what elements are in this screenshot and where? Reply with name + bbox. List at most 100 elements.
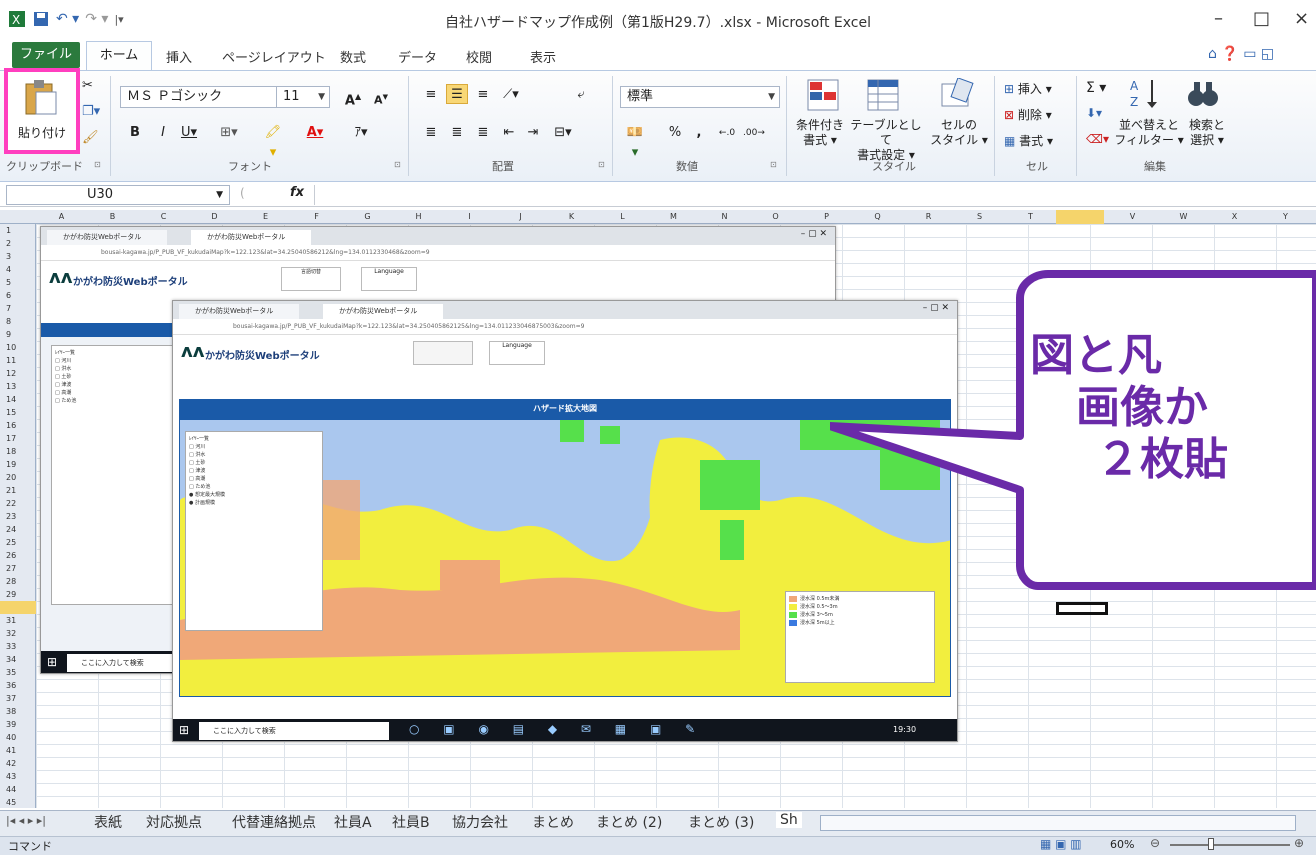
underline-button[interactable]: U▾ — [178, 122, 200, 142]
paste-button[interactable]: 貼り付け — [4, 68, 80, 154]
sheet-tab[interactable]: まとめ — [532, 812, 574, 832]
name-box[interactable]: U30 ▼ — [6, 185, 230, 205]
column-header[interactable]: M — [648, 210, 699, 224]
row-header[interactable]: 13 — [0, 380, 36, 393]
tab-review[interactable]: 校閲 — [466, 47, 492, 66]
row-header[interactable]: 3 — [0, 250, 36, 263]
row-header[interactable]: 27 — [0, 562, 36, 575]
row-header[interactable]: 31 — [0, 614, 36, 627]
increase-decimal-icon[interactable]: ←.0 — [716, 122, 738, 142]
row-header[interactable]: 37 — [0, 692, 36, 705]
wrap-text-icon[interactable]: ⤶ — [570, 84, 592, 104]
fill-icon[interactable]: ⬇▾ — [1086, 106, 1102, 120]
column-header[interactable]: B — [87, 210, 138, 224]
autosum-button[interactable]: Σ ▾ — [1086, 80, 1106, 96]
zoom-in-icon[interactable]: ⊕ — [1294, 836, 1304, 850]
row-header[interactable]: 25 — [0, 536, 36, 549]
view-buttons-icon[interactable]: ▦ ▣ ▥ — [1040, 837, 1082, 851]
column-header[interactable]: V — [1107, 210, 1158, 224]
column-header[interactable]: T — [1005, 210, 1056, 224]
sheet-tab-active[interactable]: Sh — [776, 812, 802, 828]
font-launcher-icon[interactable]: ⊡ — [394, 160, 401, 169]
find-select-button[interactable]: 検索と 選択 ▾ — [1182, 118, 1232, 148]
tab-file[interactable]: ファイル — [12, 42, 80, 68]
row-header[interactable]: 38 — [0, 705, 36, 718]
align-top-icon[interactable]: ≡ — [420, 84, 442, 104]
align-center-icon[interactable]: ≣ — [446, 122, 468, 142]
shrink-font-icon[interactable]: A▼ — [370, 86, 392, 107]
row-header[interactable]: 45 — [0, 796, 36, 809]
sheet-tab[interactable]: 代替連絡拠点 — [232, 812, 316, 832]
sheet-tab[interactable]: 社員A — [334, 812, 372, 832]
decrease-indent-icon[interactable]: ⇤ — [498, 122, 520, 142]
orientation-icon[interactable]: ⟋▾ — [500, 84, 522, 104]
tab-data[interactable]: データ — [398, 47, 437, 66]
currency-icon[interactable]: 💴▾ — [624, 122, 646, 160]
row-header[interactable]: 29 — [0, 588, 36, 601]
help-icon[interactable]: ⌂ ❓ ▭ ◱ — [1208, 46, 1274, 62]
row-header[interactable]: 35 — [0, 666, 36, 679]
row-header[interactable]: 22 — [0, 497, 36, 510]
increase-indent-icon[interactable]: ⇥ — [522, 122, 544, 142]
format-painter-icon[interactable]: 🖌 — [82, 130, 99, 145]
row-header[interactable]: 36 — [0, 679, 36, 692]
column-header[interactable]: I — [444, 210, 495, 224]
column-header[interactable]: Q — [852, 210, 903, 224]
row-header[interactable]: 15 — [0, 406, 36, 419]
alignment-launcher-icon[interactable]: ⊡ — [598, 160, 605, 169]
row-header[interactable]: 40 — [0, 731, 36, 744]
tab-home[interactable]: ホーム — [86, 41, 152, 71]
row-header[interactable]: 26 — [0, 549, 36, 562]
maximize-button[interactable]: □ — [1253, 8, 1270, 29]
row-header[interactable]: 10 — [0, 341, 36, 354]
formula-cancel-icon[interactable]: ( — [240, 186, 245, 200]
column-header[interactable]: G — [342, 210, 393, 224]
sheet-tab[interactable]: 対応拠点 — [146, 812, 202, 832]
zoom-slider[interactable] — [1170, 844, 1290, 846]
insert-cells-button[interactable]: ⊞ 挿入 ▾ — [1004, 80, 1052, 97]
column-header[interactable]: X — [1209, 210, 1260, 224]
tab-page-layout[interactable]: ページレイアウト — [222, 47, 326, 66]
sheet-tab[interactable]: まとめ (3) — [688, 812, 754, 832]
row-header[interactable]: 8 — [0, 315, 36, 328]
tab-view[interactable]: 表示 — [530, 47, 556, 66]
row-header[interactable]: 14 — [0, 393, 36, 406]
minimize-button[interactable]: – — [1214, 8, 1223, 29]
row-header[interactable]: 28 — [0, 575, 36, 588]
number-format-combo[interactable]: 標準 ▼ — [620, 86, 780, 108]
cell-styles-button[interactable]: セルの スタイル ▾ — [928, 118, 990, 148]
row-header[interactable]: 42 — [0, 757, 36, 770]
close-button[interactable]: × — [1294, 8, 1309, 29]
sheet-tab[interactable]: 社員B — [392, 812, 430, 832]
sheet-tab[interactable]: まとめ (2) — [596, 812, 662, 832]
font-size-combo[interactable]: 11 ▼ — [276, 86, 330, 108]
italic-button[interactable]: I — [152, 122, 174, 142]
row-header[interactable]: 20 — [0, 471, 36, 484]
row-header[interactable]: 9 — [0, 328, 36, 341]
row-header[interactable]: 43 — [0, 770, 36, 783]
horizontal-scrollbar[interactable] — [820, 815, 1296, 831]
insert-function-button[interactable]: fx — [290, 185, 304, 200]
grow-font-icon[interactable]: A▲ — [342, 86, 364, 108]
column-header[interactable]: E — [240, 210, 291, 224]
row-header[interactable]: 44 — [0, 783, 36, 796]
column-header[interactable]: R — [903, 210, 954, 224]
tab-formulas[interactable]: 数式 — [340, 47, 366, 66]
zoom-out-icon[interactable]: ⊖ — [1150, 836, 1160, 850]
row-header[interactable]: 19 — [0, 458, 36, 471]
align-middle-icon[interactable]: ☰ — [446, 84, 468, 104]
sort-filter-button[interactable]: 並べ替えと フィルター ▾ — [1114, 118, 1184, 148]
row-header[interactable]: 12 — [0, 367, 36, 380]
align-right-icon[interactable]: ≣ — [472, 122, 494, 142]
sheet-tab[interactable]: 協力会社 — [452, 812, 508, 832]
row-header[interactable]: 23 — [0, 510, 36, 523]
row-header[interactable]: 21 — [0, 484, 36, 497]
sheet-nav-icon[interactable]: |◂ ◂ ▸ ▸| — [6, 814, 46, 827]
row-header[interactable]: 18 — [0, 445, 36, 458]
column-header[interactable]: Y — [1260, 210, 1311, 224]
sheet-tab[interactable]: 表紙 — [94, 812, 122, 832]
phonetic-icon[interactable]: ｱ▾ — [350, 122, 372, 142]
row-header[interactable]: 24 — [0, 523, 36, 536]
column-header[interactable]: O — [750, 210, 801, 224]
column-header[interactable]: H — [393, 210, 444, 224]
